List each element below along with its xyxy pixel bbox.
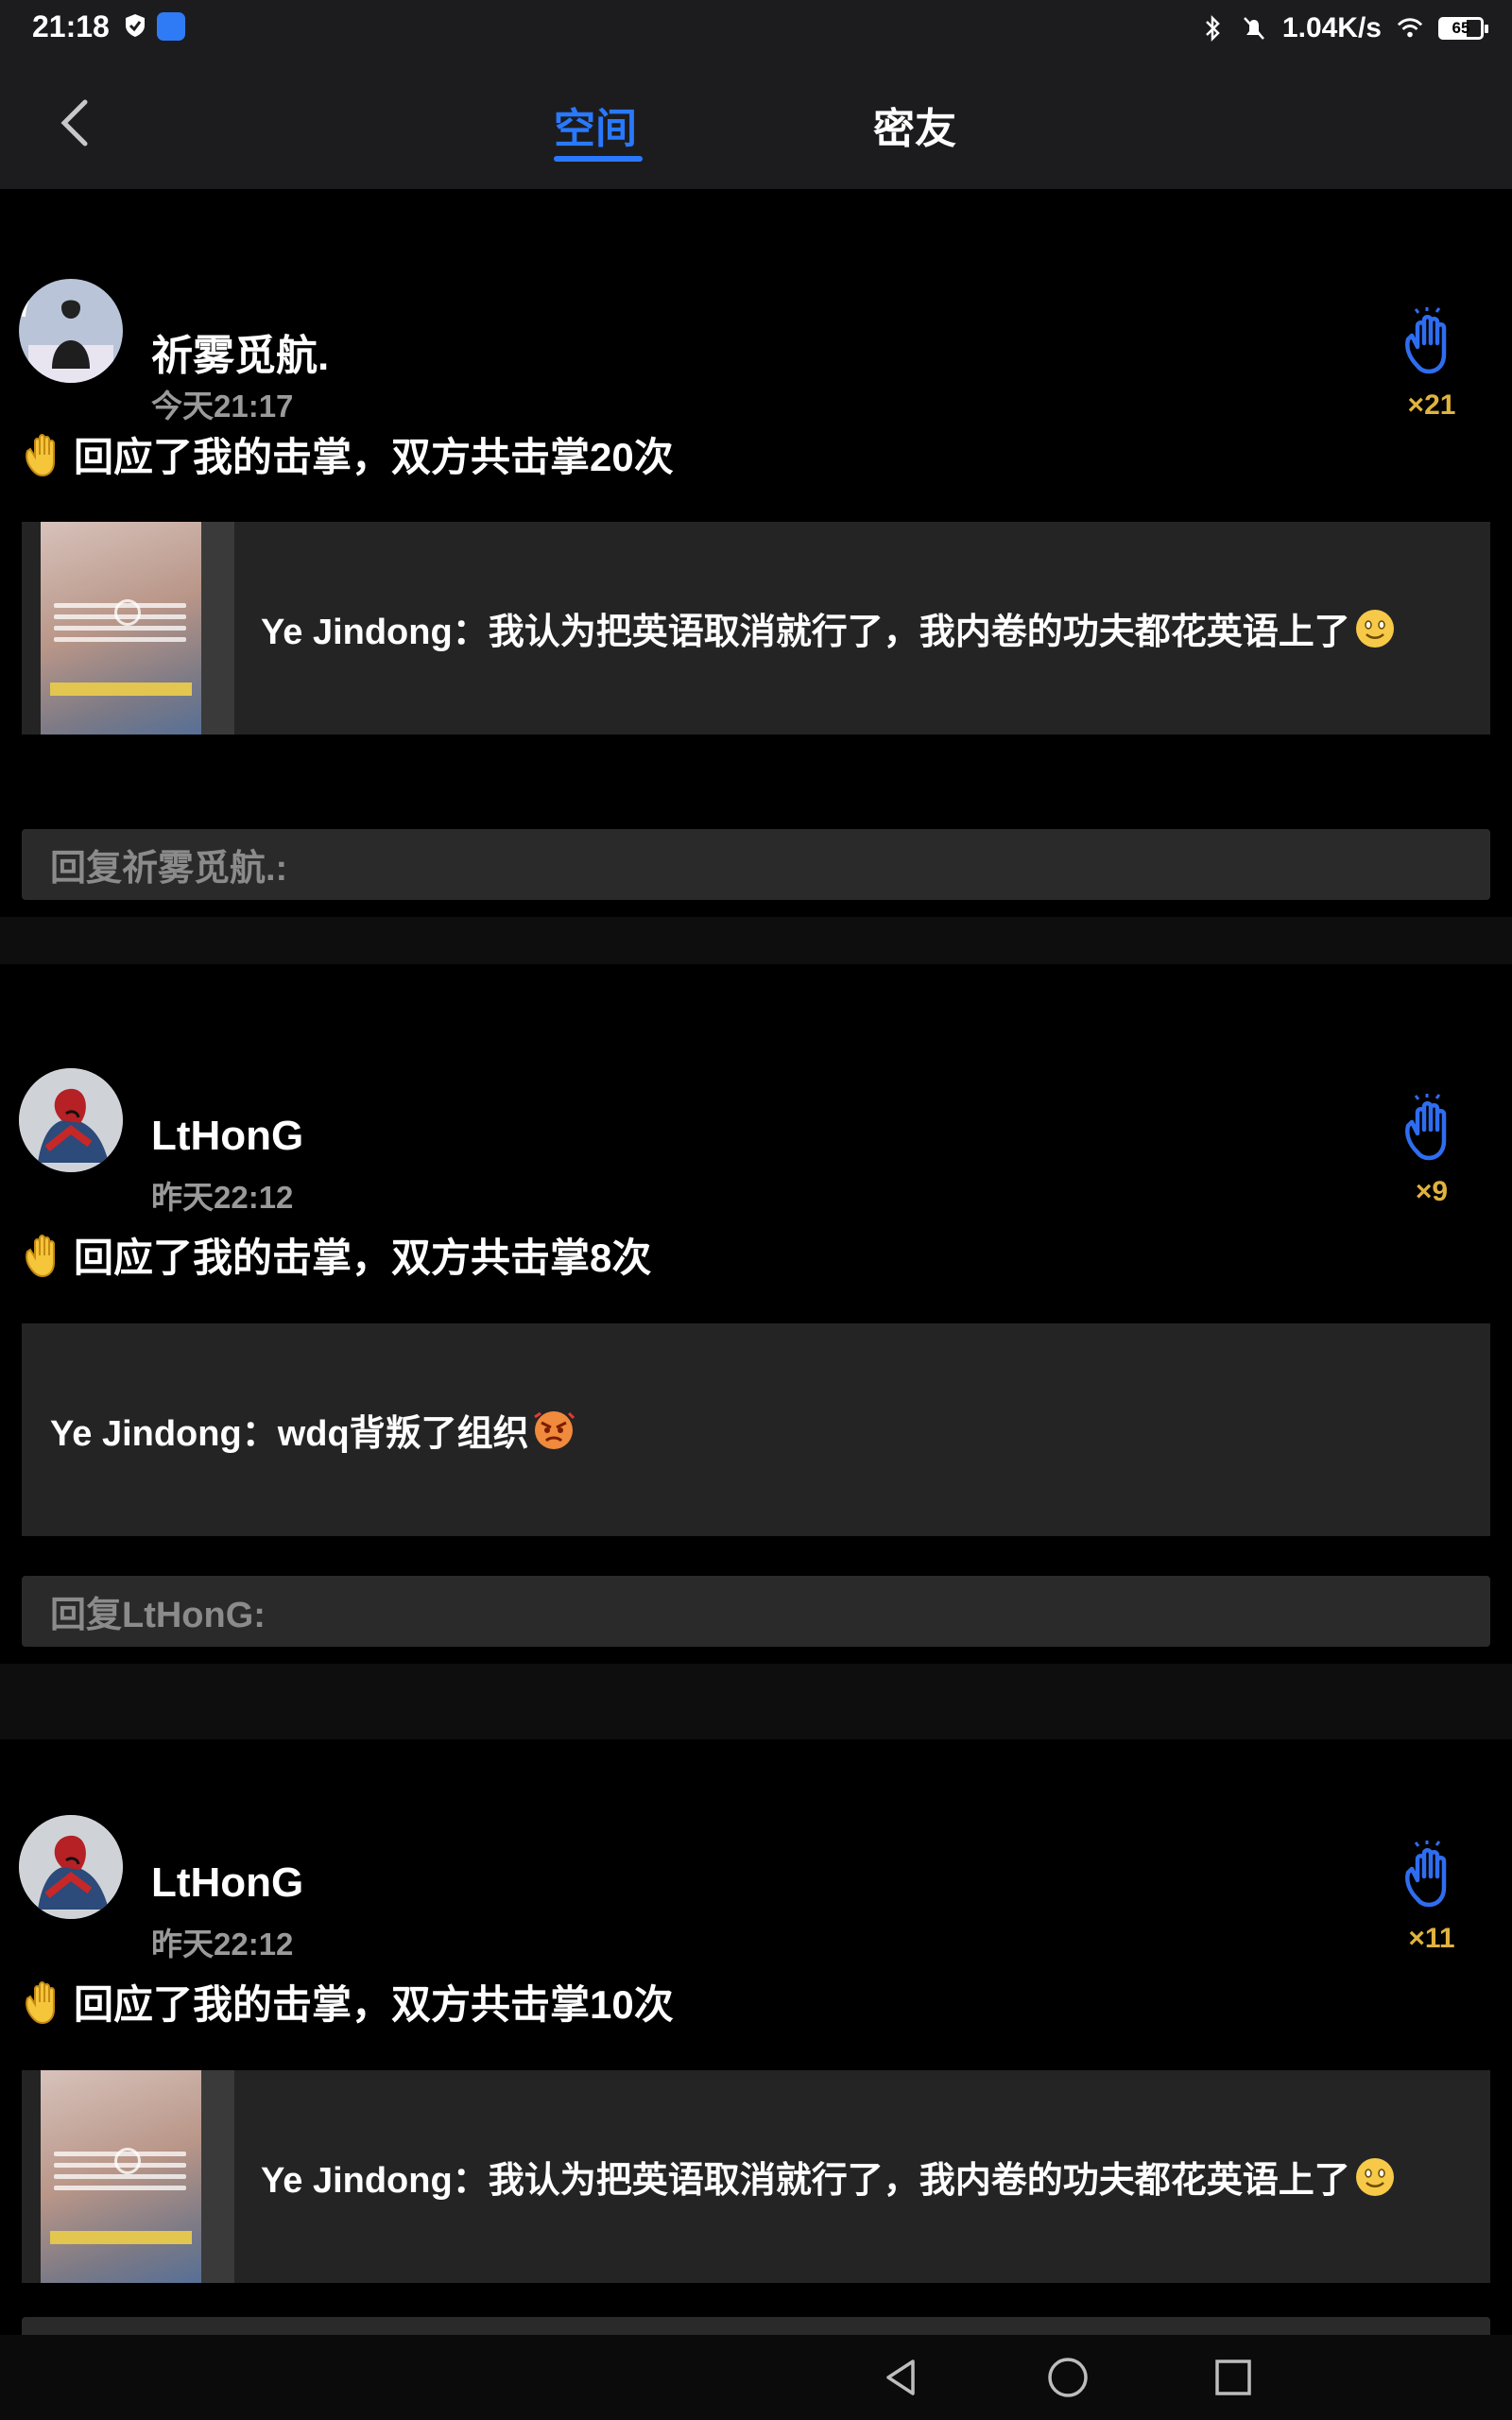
activity-label: 回应了我的击掌，双方共击掌20次 xyxy=(74,435,674,479)
recent-apps-icon[interactable] xyxy=(1210,2354,1257,2401)
tab-close-friends[interactable]: 密友 xyxy=(873,95,956,155)
clap-emoji-icon xyxy=(26,1234,55,1277)
home-circle-icon[interactable] xyxy=(1044,2354,1091,2401)
smiling-face-emoji xyxy=(1355,2157,1394,2196)
avatar[interactable] xyxy=(19,1068,123,1172)
user-name[interactable]: 祈雾觅航. xyxy=(151,321,329,382)
active-tab-indicator xyxy=(554,156,643,162)
quoted-post[interactable]: Ye Jindong：我认为把英语取消就行了，我内卷的功夫都花英语上了 xyxy=(22,522,1490,735)
top-nav-bar: 空间 密友 xyxy=(0,57,1512,189)
post-time: 今天21:17 xyxy=(151,389,294,424)
shield-icon xyxy=(126,14,145,37)
video-thumbnail[interactable] xyxy=(41,2070,234,2283)
status-time: 21:18 xyxy=(32,9,110,43)
system-nav-bar xyxy=(0,2335,1512,2420)
status-bar: 21:18 1.04K/s 65 xyxy=(0,0,1512,57)
reply-input[interactable]: 回复LtHonG: xyxy=(22,1576,1490,1647)
reply-placeholder: 回复祈雾觅航.: xyxy=(50,849,288,889)
quote-label: Ye Jindong：我认为把英语取消就行了，我内卷的功夫都花英语上了 xyxy=(261,2161,1350,2201)
clap-emoji-icon xyxy=(26,1980,55,2024)
clap-emoji-icon xyxy=(26,433,55,476)
quote-label: Ye Jindong：wdq背叛了组织 xyxy=(50,1414,529,1454)
quote-text: Ye Jindong：我认为把英语取消就行了，我内卷的功夫都花英语上了 xyxy=(261,2070,1396,2283)
network-speed: 1.04K/s xyxy=(1281,12,1382,43)
activity-text: 回应了我的击掌，双方共击掌10次 xyxy=(21,1973,674,2031)
battery-level: 65 xyxy=(1452,19,1470,37)
smiling-face-emoji xyxy=(1355,609,1394,648)
quoted-post[interactable]: Ye Jindong：wdq背叛了组织 xyxy=(22,1323,1490,1536)
wifi-icon xyxy=(1397,18,1423,38)
battery-indicator: 65 xyxy=(1438,17,1488,40)
clap-count: ×9 xyxy=(1415,1176,1449,1207)
post-time: 昨天22:12 xyxy=(151,1180,294,1215)
activity-text: 回应了我的击掌，双方共击掌8次 xyxy=(21,1226,651,1284)
clap-hand-icon[interactable] xyxy=(1399,1841,1465,1916)
clap-hand-icon[interactable] xyxy=(1399,1094,1465,1169)
video-thumbnail[interactable] xyxy=(41,522,234,735)
quote-label: Ye Jindong：我认为把英语取消就行了，我内卷的功夫都花英语上了 xyxy=(261,613,1350,652)
reply-placeholder: 回复LtHonG: xyxy=(50,1596,266,1635)
avatar[interactable] xyxy=(19,279,123,383)
tab-space[interactable]: 空间 xyxy=(554,95,637,155)
clap-hand-icon[interactable] xyxy=(1399,307,1465,383)
mute-bell-icon xyxy=(1243,17,1264,40)
activity-text: 回应了我的击掌，双方共击掌20次 xyxy=(21,425,674,483)
status-icons: 1.04K/s 65 xyxy=(1199,9,1488,47)
post-divider xyxy=(0,1664,1512,1739)
quote-text: Ye Jindong：wdq背叛了组织 xyxy=(50,1323,575,1536)
clap-count: ×11 xyxy=(1408,1923,1455,1954)
post-time: 昨天22:12 xyxy=(151,1927,294,1962)
quoted-post[interactable]: Ye Jindong：我认为把英语取消就行了，我内卷的功夫都花英语上了 xyxy=(22,2070,1490,2283)
app-notification-icon xyxy=(157,12,185,41)
user-name[interactable]: LtHonG xyxy=(151,1859,303,1907)
reply-input[interactable]: 回复祈雾觅航.: xyxy=(22,829,1490,900)
user-name[interactable]: LtHonG xyxy=(151,1113,303,1160)
clap-count: ×21 xyxy=(1407,389,1456,421)
activity-label: 回应了我的击掌，双方共击掌10次 xyxy=(74,1982,674,2027)
back-triangle-icon[interactable] xyxy=(879,2354,926,2401)
avatar[interactable] xyxy=(19,1815,123,1919)
bluetooth-icon xyxy=(1206,14,1220,43)
back-arrow-icon[interactable] xyxy=(53,96,96,149)
angry-face-emoji xyxy=(533,1410,575,1449)
quote-text: Ye Jindong：我认为把英语取消就行了，我内卷的功夫都花英语上了 xyxy=(261,522,1396,735)
activity-label: 回应了我的击掌，双方共击掌8次 xyxy=(74,1236,652,1280)
post-divider xyxy=(0,917,1512,964)
